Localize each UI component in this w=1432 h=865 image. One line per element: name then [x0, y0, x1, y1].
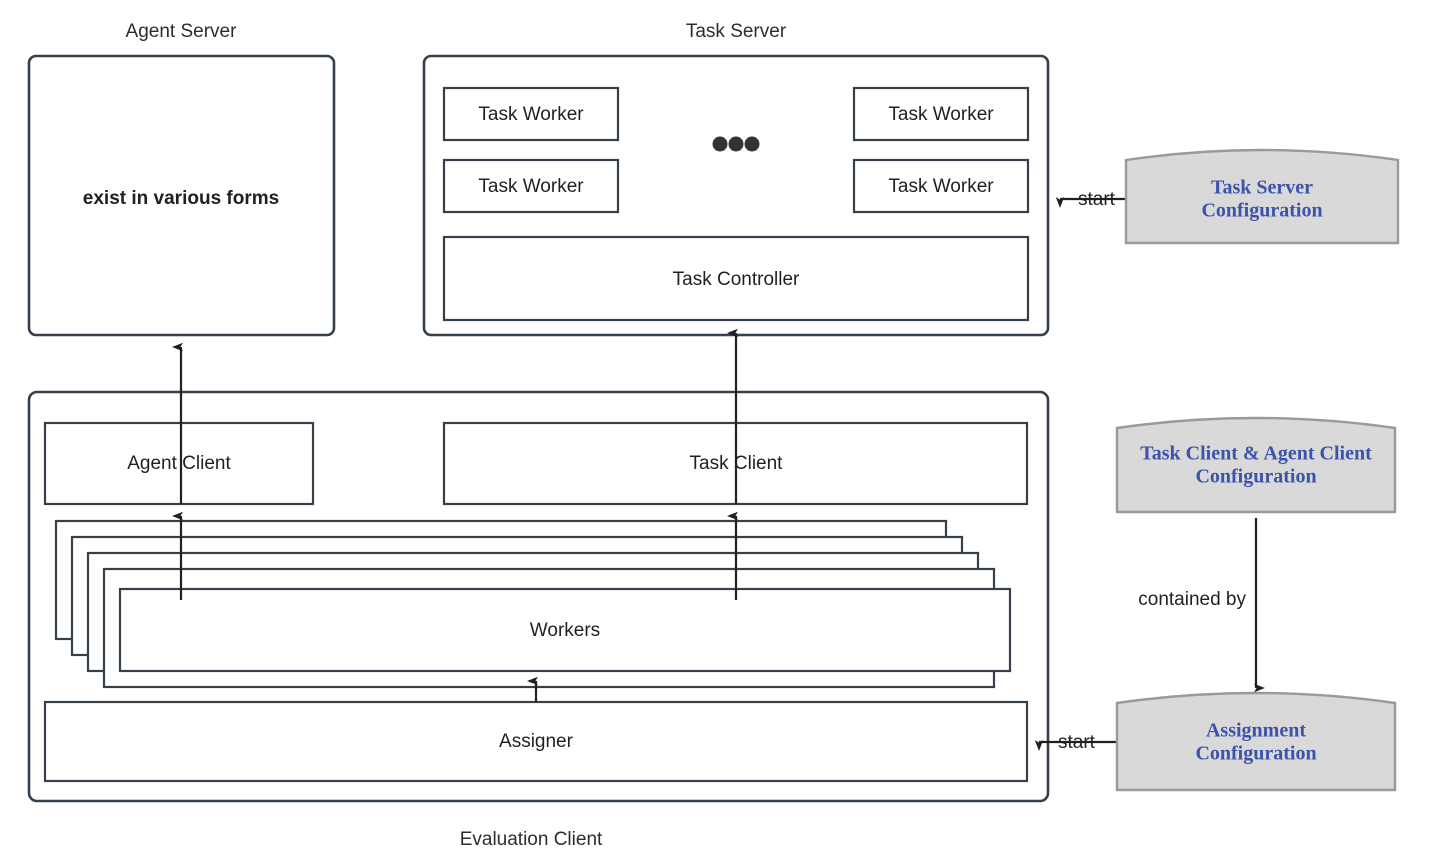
diagram-canvas: Agent Server Task Server exist in variou… — [27, 21, 1400, 850]
start-label-assigner: start — [1058, 732, 1096, 753]
assignment-configuration-line2: Configuration — [1195, 743, 1316, 765]
evaluation-client-title: Evaluation Client — [460, 829, 603, 850]
start-label-task-server: start — [1078, 189, 1116, 210]
ellipsis-icon — [712, 136, 760, 152]
architecture-diagram: Agent Server Task Server exist in variou… — [0, 0, 1432, 865]
task-client-agent-client-configuration-line2: Configuration — [1195, 466, 1316, 488]
assignment-configuration-line1: Assignment — [1206, 720, 1306, 742]
task-client-agent-client-configuration-node[interactable]: Task Client & Agent Client Configuration — [1115, 416, 1397, 514]
task-worker-label-3: Task Worker — [888, 104, 994, 125]
agent-client-label: Agent Client — [127, 453, 231, 474]
agent-server-note: exist in various forms — [83, 188, 279, 209]
workers-label: Workers — [530, 620, 600, 641]
task-client-agent-client-configuration-line1: Task Client & Agent Client — [1140, 443, 1372, 465]
task-worker-label-2: Task Worker — [478, 176, 584, 197]
assigner-label: Assigner — [499, 731, 574, 752]
agent-server-title: Agent Server — [126, 21, 238, 42]
task-server-configuration-line1: Task Server — [1211, 177, 1313, 199]
task-controller-label: Task Controller — [673, 269, 800, 290]
task-server-configuration-line2: Configuration — [1201, 200, 1322, 222]
task-server-configuration-node[interactable]: Task Server Configuration — [1124, 148, 1400, 245]
task-worker-label-4: Task Worker — [888, 176, 994, 197]
task-server-title: Task Server — [686, 21, 787, 42]
assignment-configuration-node[interactable]: Assignment Configuration — [1115, 691, 1397, 792]
task-worker-label-1: Task Worker — [478, 104, 584, 125]
contained-by-label: contained by — [1138, 589, 1246, 610]
